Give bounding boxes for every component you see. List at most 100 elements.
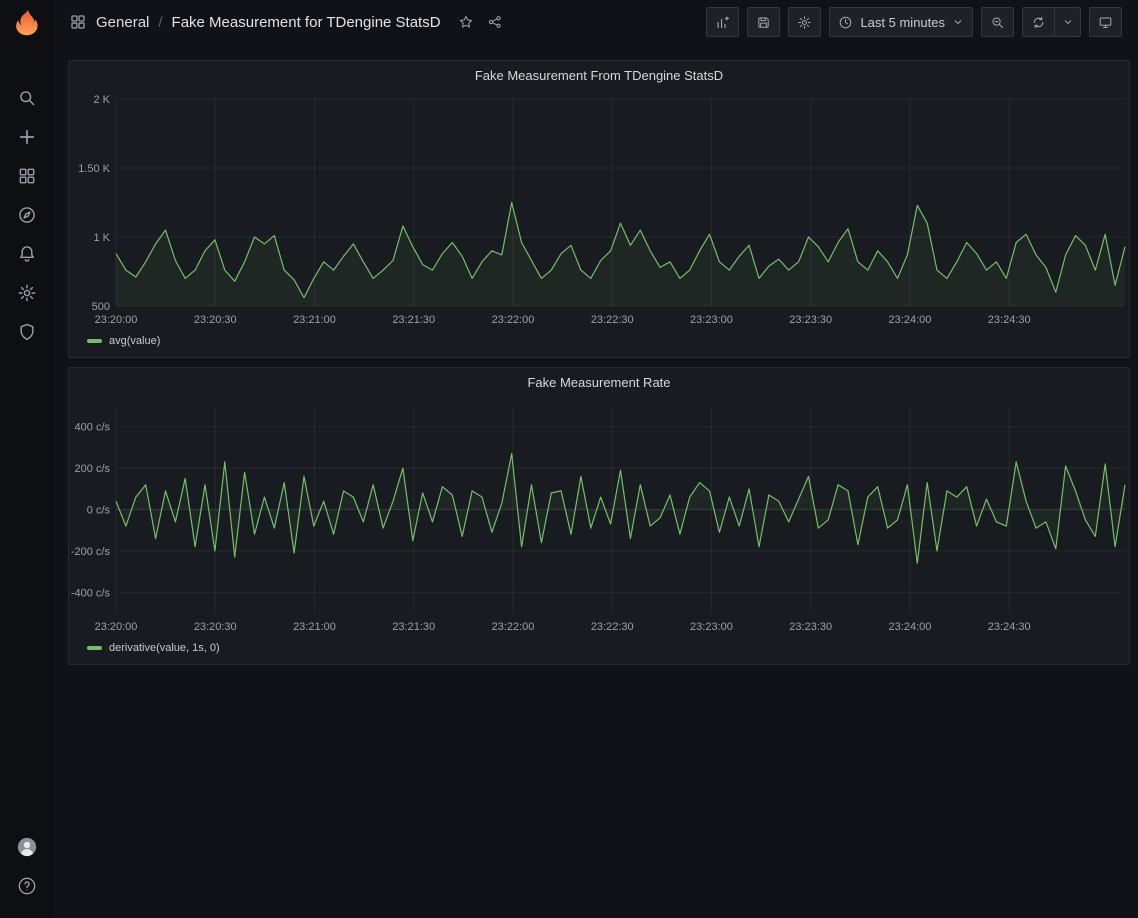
- apps-grid-icon: [69, 13, 87, 31]
- plus-icon: [17, 127, 37, 147]
- x-tick-label: 23:23:30: [789, 621, 832, 633]
- chart-area[interactable]: 500 1 K 1.50 K 2 K 23:20:00 23:20:30 23:21:00 2…: [69, 89, 1129, 331]
- dashboard-toolbar: Last 5 minutes: [706, 7, 1122, 37]
- dashboard-canvas: Fake Measurement From TDengine StatsD 50…: [54, 44, 1138, 665]
- save-icon: [756, 15, 771, 30]
- time-series-chart[interactable]: -400 c/s -200 c/s 0 c/s 200 c/s 400 c/s 23:20…: [69, 396, 1129, 638]
- star-icon: [458, 14, 474, 30]
- star-dashboard-button[interactable]: [456, 12, 476, 32]
- sidebar-item-configuration[interactable]: [15, 281, 39, 305]
- y-tick-label: 200 c/s: [75, 463, 111, 475]
- gear-icon: [797, 15, 812, 30]
- save-dashboard-button[interactable]: [747, 7, 780, 37]
- y-tick-label: 2 K: [93, 94, 110, 106]
- share-dashboard-button[interactable]: [485, 12, 505, 32]
- x-tick-label: 23:21:00: [293, 314, 336, 326]
- user-avatar[interactable]: [15, 835, 39, 859]
- x-tick-label: 23:22:30: [591, 621, 634, 633]
- sidebar-item-explore[interactable]: [15, 203, 39, 227]
- x-tick-label: 23:24:00: [889, 621, 932, 633]
- panel-header[interactable]: Fake Measurement From TDengine StatsD: [69, 61, 1129, 89]
- y-tick-label: -400 c/s: [71, 587, 111, 599]
- legend: avg(value): [69, 331, 1129, 357]
- y-tick-label: 500: [92, 301, 110, 313]
- x-tick-label: 23:20:00: [95, 314, 138, 326]
- chevron-down-icon: [952, 16, 964, 28]
- refresh-interval-dropdown[interactable]: [1055, 7, 1081, 37]
- legend-series-label[interactable]: derivative(value, 1s, 0): [109, 642, 220, 654]
- y-tick-label: 0 c/s: [87, 505, 111, 517]
- y-tick-label: 1.50 K: [78, 163, 110, 175]
- sidebar-item-alerting[interactable]: [15, 242, 39, 266]
- share-icon: [487, 14, 503, 30]
- zoom-out-icon: [990, 15, 1005, 30]
- legend-series-swatch: [87, 339, 102, 343]
- grafana-app: General / Fake Measurement for TDengine …: [0, 0, 1138, 918]
- x-tick-label: 23:21:00: [293, 621, 336, 633]
- sidebar-item-search[interactable]: [15, 86, 39, 110]
- chart-area[interactable]: -400 c/s -200 c/s 0 c/s 200 c/s 400 c/s 23:20…: [69, 396, 1129, 638]
- x-tick-label: 23:23:00: [690, 314, 733, 326]
- refresh-icon: [1031, 15, 1046, 30]
- refresh-button-group: [1022, 7, 1081, 37]
- panel-fake-measurement-rate: Fake Measurement Rate -400 c/s -200 c/s 0 …: [68, 367, 1130, 665]
- clock-icon: [838, 15, 853, 30]
- x-tick-label: 23:22:30: [591, 314, 634, 326]
- panel-title: Fake Measurement Rate: [527, 375, 670, 390]
- legend: derivative(value, 1s, 0): [69, 638, 1129, 664]
- refresh-button[interactable]: [1022, 7, 1055, 37]
- monitor-icon: [1098, 15, 1113, 30]
- x-tick-label: 23:23:00: [690, 621, 733, 633]
- y-tick-label: -200 c/s: [71, 546, 111, 558]
- grafana-flame-icon: [12, 8, 42, 38]
- tv-mode-button[interactable]: [1089, 7, 1122, 37]
- add-panel-button[interactable]: [706, 7, 739, 37]
- x-tick-label: 23:20:30: [194, 621, 237, 633]
- zoom-out-button[interactable]: [981, 7, 1014, 37]
- main-column: General / Fake Measurement for TDengine …: [54, 0, 1138, 918]
- dashboard-title: Fake Measurement for TDengine StatsD: [172, 14, 441, 31]
- x-tick-label: 23:22:00: [492, 314, 535, 326]
- sidebar-bottom: [15, 835, 39, 898]
- x-tick-label: 23:21:30: [392, 621, 435, 633]
- sidebar-item-server-admin[interactable]: [15, 320, 39, 344]
- help-button[interactable]: [15, 874, 39, 898]
- panel-fake-measurement: Fake Measurement From TDengine StatsD 50…: [68, 60, 1130, 358]
- help-circle-icon: [17, 876, 37, 896]
- x-tick-label: 23:23:30: [789, 314, 832, 326]
- x-tick-label: 23:20:00: [95, 621, 138, 633]
- shield-icon: [17, 322, 37, 342]
- sidebar-item-create[interactable]: [15, 125, 39, 149]
- legend-series-label[interactable]: avg(value): [109, 335, 160, 347]
- sidebar-item-dashboards[interactable]: [15, 164, 39, 188]
- navbar: General / Fake Measurement for TDengine …: [54, 0, 1138, 44]
- breadcrumb-general[interactable]: General: [96, 14, 149, 31]
- breadcrumb-separator: /: [158, 14, 162, 31]
- search-icon: [17, 88, 37, 108]
- compass-icon: [17, 205, 37, 225]
- dashboard-settings-button[interactable]: [788, 7, 821, 37]
- x-tick-label: 23:21:30: [392, 314, 435, 326]
- panel-header[interactable]: Fake Measurement Rate: [69, 368, 1129, 396]
- sidebar-nav: [15, 86, 39, 344]
- x-tick-label: 23:24:30: [988, 621, 1031, 633]
- chevron-down-icon: [1062, 16, 1074, 28]
- x-tick-label: 23:20:30: [194, 314, 237, 326]
- y-tick-label: 400 c/s: [75, 422, 111, 434]
- gear-icon: [17, 283, 37, 303]
- sidebar: [0, 0, 54, 918]
- add-panel-icon: [715, 15, 730, 30]
- panel-title: Fake Measurement From TDengine StatsD: [475, 68, 723, 83]
- grafana-logo-icon[interactable]: [11, 7, 43, 39]
- time-range-picker[interactable]: Last 5 minutes: [829, 7, 973, 37]
- time-range-label: Last 5 minutes: [860, 15, 945, 30]
- breadcrumb: General / Fake Measurement for TDengine …: [69, 12, 505, 32]
- x-tick-label: 23:24:30: [988, 314, 1031, 326]
- x-tick-label: 23:22:00: [492, 621, 535, 633]
- y-tick-label: 1 K: [93, 232, 110, 244]
- dashboards-grid-icon: [17, 166, 37, 186]
- series-area: [116, 203, 1125, 307]
- time-series-chart[interactable]: 500 1 K 1.50 K 2 K 23:20:00 23:20:30 23:21:00 2…: [69, 89, 1129, 331]
- x-tick-label: 23:24:00: [889, 314, 932, 326]
- bell-icon: [17, 244, 37, 264]
